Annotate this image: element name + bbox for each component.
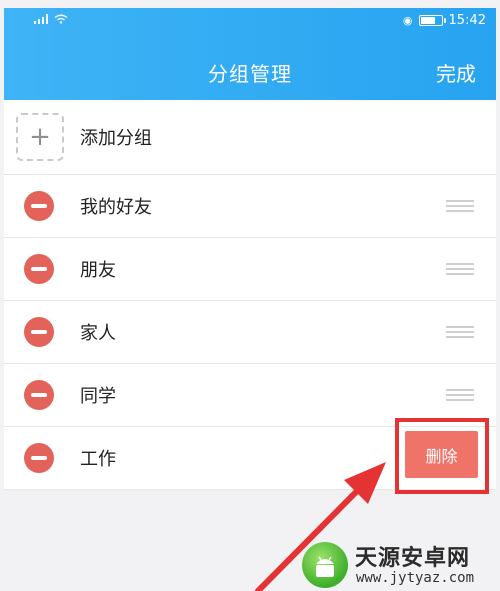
- watermark-url: www.jytyaz.com: [356, 570, 475, 586]
- annotation-arrow-icon: [255, 462, 386, 591]
- watermark-title: 天源安卓网: [355, 546, 471, 571]
- watermark: 天源安卓网 www.jytyaz.com: [300, 540, 500, 591]
- android-logo-icon: [302, 542, 348, 588]
